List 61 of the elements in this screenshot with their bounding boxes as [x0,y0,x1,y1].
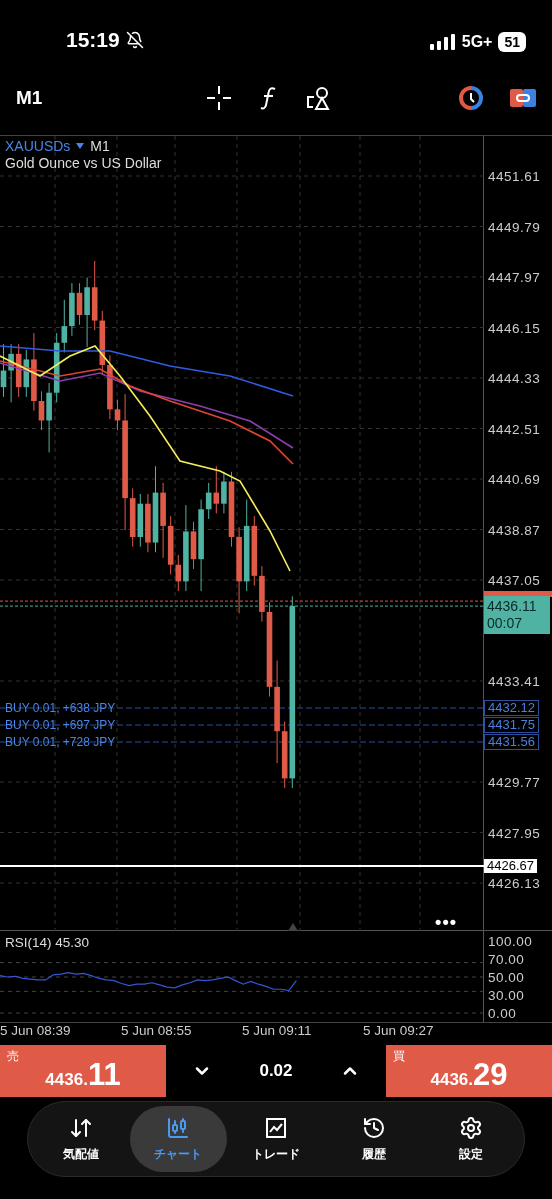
position-price-tag: 4431.56 [484,734,539,750]
price-label: 4437.05 [488,572,541,588]
scroll-marker-icon [288,923,298,931]
price-label: 4447.97 [488,269,541,285]
price-label: 4449.79 [488,219,541,234]
line-chart-icon [264,1115,288,1140]
rsi-level-label: 30.00 [488,987,525,1003]
rsi-label: RSI(14) 45.30 [5,935,90,950]
bell-muted-icon [125,31,144,49]
dropdown-caret-icon[interactable] [76,143,85,149]
price-label: 4426.13 [488,875,541,891]
function-icon[interactable] [260,85,278,110]
buy-button[interactable]: 買 4436.29 [386,1045,552,1097]
line-price-tag: 4426.67 [484,859,537,873]
time-label: 5 Jun 08:39 [0,1023,72,1040]
candlestick-icon [166,1115,191,1140]
price-label: 4429.77 [488,774,541,790]
price-label: 4433.41 [488,673,541,689]
time-label: 5 Jun 09:11 [242,1023,313,1040]
history-icon [361,1115,386,1140]
rsi-level-label: 50.00 [488,969,525,985]
shapes-icon[interactable] [306,84,332,111]
price-label: 4438.87 [488,522,541,537]
symbol-name[interactable]: XAUUSDs [5,138,71,154]
tab-item[interactable]: チャート [129,1106,228,1172]
candle-countdown: 00:07 [487,615,524,632]
rsi-level-label: 100.00 [488,933,533,949]
chart-timeframe: M1 [90,138,110,154]
signal-icon [429,34,456,50]
tab-item[interactable]: トレード [227,1106,325,1172]
price-label: 4444.33 [488,370,541,386]
position-label[interactable]: BUY 0.01, +728 JPY [5,736,116,748]
battery-level: 51 [498,32,526,52]
position-price-tag: 4432.12 [484,700,539,716]
current-price: 4436.11 [487,598,538,615]
settings-icon [459,1115,484,1140]
price-label: 4451.61 [488,168,541,184]
timeframe-button[interactable]: M1 [16,86,206,109]
crosshair-icon[interactable] [206,84,232,111]
tab-item[interactable]: 設定 [422,1106,520,1172]
position-label[interactable]: BUY 0.01, +697 JPY [5,719,116,731]
rsi-level-label: 0.00 [488,1005,517,1021]
position-label[interactable]: BUY 0.01, +638 JPY [5,702,116,714]
time-label: 5 Jun 08:55 [121,1023,193,1040]
symbol-description: Gold Ounce vs US Dollar [5,155,162,171]
network-type: 5G+ [461,33,493,51]
volume-value[interactable]: 0.02 [259,1061,293,1081]
position-price-tag: 4431.75 [484,717,539,733]
time-label: 5 Jun 09:27 [363,1023,435,1040]
more-button[interactable]: ••• [435,912,457,933]
price-label: 4442.51 [488,421,541,436]
tab-item[interactable]: 履歴 [324,1106,423,1172]
rsi-level-label: 70.00 [488,951,525,967]
sell-button[interactable]: 売 4436.11 [0,1045,166,1097]
price-label: 4427.95 [488,825,541,840]
clock-time: 15:19 [66,28,120,52]
tab-item[interactable]: 気配値 [32,1106,130,1172]
price-label: 4440.69 [488,471,541,487]
price-label: 4446.15 [488,320,541,335]
clock-ring-icon[interactable] [458,84,484,111]
toggle-icon[interactable] [510,86,536,109]
